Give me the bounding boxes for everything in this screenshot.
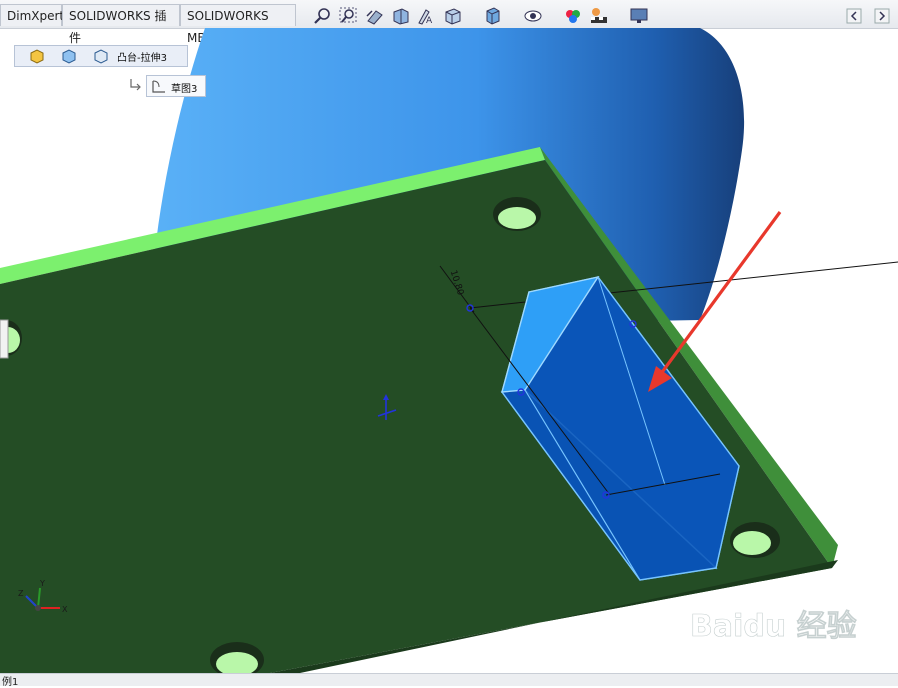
child-arrow-icon	[130, 79, 141, 91]
mounting-hole-inner	[498, 207, 536, 229]
edit-appearance-icon[interactable]	[562, 6, 584, 26]
watermark-url: jingyan.baidu.com	[699, 649, 811, 663]
watermark-brand: Baidu 经验	[690, 609, 857, 644]
sketch-icon	[152, 80, 165, 93]
tab-dimxpert[interactable]: DimXpert	[0, 4, 64, 26]
hide-show-icon[interactable]	[522, 6, 544, 26]
display-style-icon[interactable]	[482, 6, 504, 26]
triad-x-label: X	[62, 605, 68, 614]
left-edge-handle[interactable]	[0, 319, 9, 359]
collapse-left-icon[interactable]	[846, 6, 862, 26]
section-view-icon[interactable]	[390, 6, 412, 26]
baidu-watermark: Baidu 经验 jingyan.baidu.com	[690, 609, 857, 663]
sketch-chip[interactable]: 草图3	[146, 75, 206, 97]
previous-view-icon[interactable]	[364, 6, 386, 26]
collapse-right-icon[interactable]	[874, 6, 890, 26]
view-orientation-icon[interactable]	[442, 6, 464, 26]
svg-text:A: A	[426, 16, 433, 26]
view-settings-icon[interactable]	[628, 6, 650, 26]
zoom-area-icon[interactable]	[338, 6, 360, 26]
mounting-hole-inner	[733, 531, 771, 555]
status-bar-label[interactable]: 例1	[2, 673, 18, 688]
tab-solidworks-mbd[interactable]: SOLIDWORKS MBD	[180, 4, 296, 45]
graphics-viewport[interactable]: 10.80 Y X Z Baidu 经验 jingyan.baidu.com	[0, 28, 898, 673]
part-icon[interactable]	[27, 48, 47, 64]
status-bar: 例1	[0, 673, 898, 688]
command-manager-tabs: DimXpert SOLIDWORKS 插件 SOLIDWORKS MBD A	[0, 0, 898, 45]
triad-z-label: Z	[18, 589, 24, 598]
sketch-chip-label[interactable]: 草图3	[171, 80, 197, 95]
triad-y-label: Y	[39, 579, 45, 588]
apply-scene-icon[interactable]	[588, 6, 610, 26]
breadcrumb[interactable]: 凸台-拉伸3	[14, 45, 188, 67]
zoom-to-fit-icon[interactable]	[312, 6, 334, 26]
body-icon[interactable]	[59, 48, 79, 64]
dynamic-annotation-icon[interactable]: A	[416, 6, 438, 26]
breadcrumb-feature-label[interactable]: 凸台-拉伸3	[117, 49, 167, 64]
tab-solidworks-addins[interactable]: SOLIDWORKS 插件	[62, 4, 180, 45]
feature-icon[interactable]	[91, 48, 111, 64]
